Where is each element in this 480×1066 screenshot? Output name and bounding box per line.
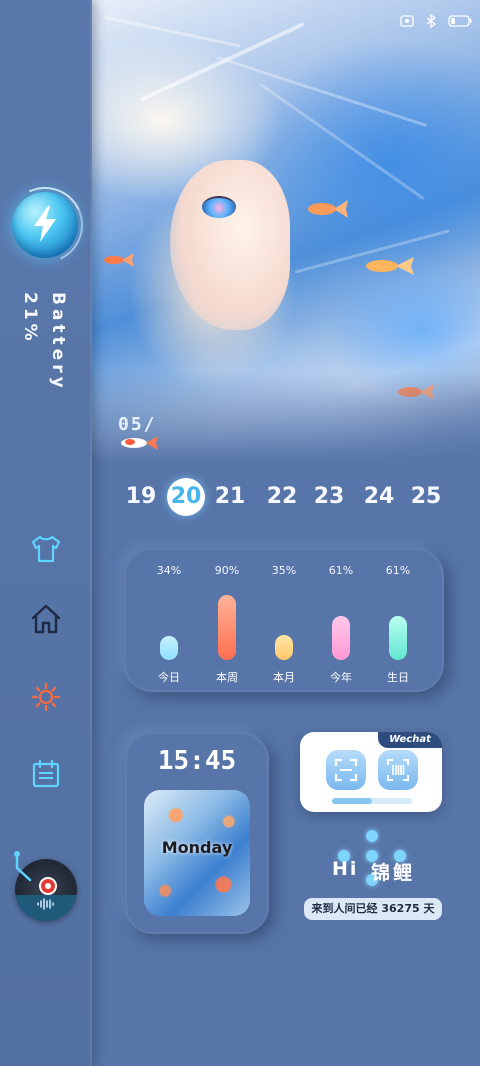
stat-percent: 61% [385, 564, 411, 577]
stat-bar [275, 635, 293, 660]
stat-percent: 35% [271, 564, 297, 577]
days-alive-badge: 来到人间已经 36275 天 [304, 898, 442, 920]
nav-sun[interactable] [29, 680, 63, 714]
stat-label: 生日 [387, 671, 409, 684]
stat-label: 本周 [216, 671, 238, 684]
koi-fish-icon [104, 253, 134, 267]
sun-icon [31, 682, 61, 712]
artwork-face [170, 160, 290, 330]
stat-year[interactable]: 61% 今年 [316, 548, 366, 692]
bluetooth-icon [426, 14, 437, 28]
status-bar [400, 14, 472, 28]
barcode-icon [387, 759, 409, 781]
battery-status-icon [448, 15, 472, 27]
stat-bar [160, 636, 178, 660]
sidebar: Battery 21% [0, 0, 94, 1066]
home-icon [31, 604, 61, 634]
date-item[interactable]: 21 [211, 478, 249, 516]
nav-calendar[interactable] [29, 757, 63, 791]
clock-widget[interactable]: 15:45 Monday [125, 732, 269, 934]
date-item[interactable]: 25 [407, 478, 445, 516]
date-item-selected[interactable]: 20 [167, 478, 205, 516]
date-item[interactable]: 19 [122, 478, 160, 516]
stat-month[interactable]: 35% 本月 [259, 548, 309, 692]
stat-today[interactable]: 34% 今日 [144, 548, 194, 692]
stat-percent: 34% [156, 564, 182, 577]
greeting-name: 锦鲤 [371, 862, 416, 884]
wechat-tag: Wechat [378, 732, 442, 748]
wechat-scan-button[interactable] [326, 750, 366, 790]
koi-fish-icon [398, 384, 434, 400]
stat-week[interactable]: 90% 本周 [202, 548, 252, 692]
stat-bar [389, 616, 407, 660]
tonearm-icon [14, 851, 32, 882]
week-dates: 19 20 21 22 23 24 25 [120, 478, 450, 516]
battery-value: 21% [20, 292, 40, 345]
stat-label: 本月 [273, 671, 295, 684]
nav-home[interactable] [29, 602, 63, 636]
artwork-eye [202, 196, 236, 218]
tshirt-icon [31, 535, 61, 563]
audio-wave-icon [37, 898, 54, 910]
notification-icon [400, 15, 414, 27]
scan-icon [334, 758, 358, 782]
calendar-icon [32, 759, 60, 788]
stat-birthday[interactable]: 61% 生日 [373, 548, 423, 692]
clock-artwork-card: Monday [144, 790, 250, 916]
battery-text: Battery 21% [14, 292, 74, 392]
lightning-icon [34, 206, 56, 242]
stat-percent: 61% [328, 564, 354, 577]
stat-bar [332, 616, 350, 660]
date-item[interactable]: 23 [310, 478, 348, 516]
hero-artwork [92, 0, 480, 462]
date-item[interactable]: 24 [360, 478, 398, 516]
stat-label: 今年 [330, 671, 352, 684]
battery-orb[interactable] [12, 192, 78, 258]
progress-stats-panel: 34% 今日 90% 本周 35% 本月 61% 今年 61% 生日 [124, 548, 444, 692]
clock-time: 15:45 [157, 746, 237, 776]
weekday-label: Monday [161, 838, 233, 857]
date-item[interactable]: 22 [263, 478, 301, 516]
battery-label: Battery [48, 292, 68, 392]
music-player[interactable] [12, 850, 80, 922]
koi-fish-icon [366, 257, 414, 275]
greeting-hi: Hi [332, 858, 359, 880]
koi-fish-icon [121, 436, 158, 450]
nav-tshirt[interactable] [29, 532, 63, 566]
koi-fish-icon [308, 200, 348, 218]
stat-label: 今日 [158, 671, 180, 684]
stat-percent: 90% [214, 564, 240, 577]
stat-bar [218, 595, 236, 660]
wechat-progress-fill [332, 798, 372, 804]
wechat-payment-button[interactable] [378, 750, 418, 790]
wechat-widget: Wechat [300, 732, 442, 812]
wechat-progress [332, 798, 412, 804]
